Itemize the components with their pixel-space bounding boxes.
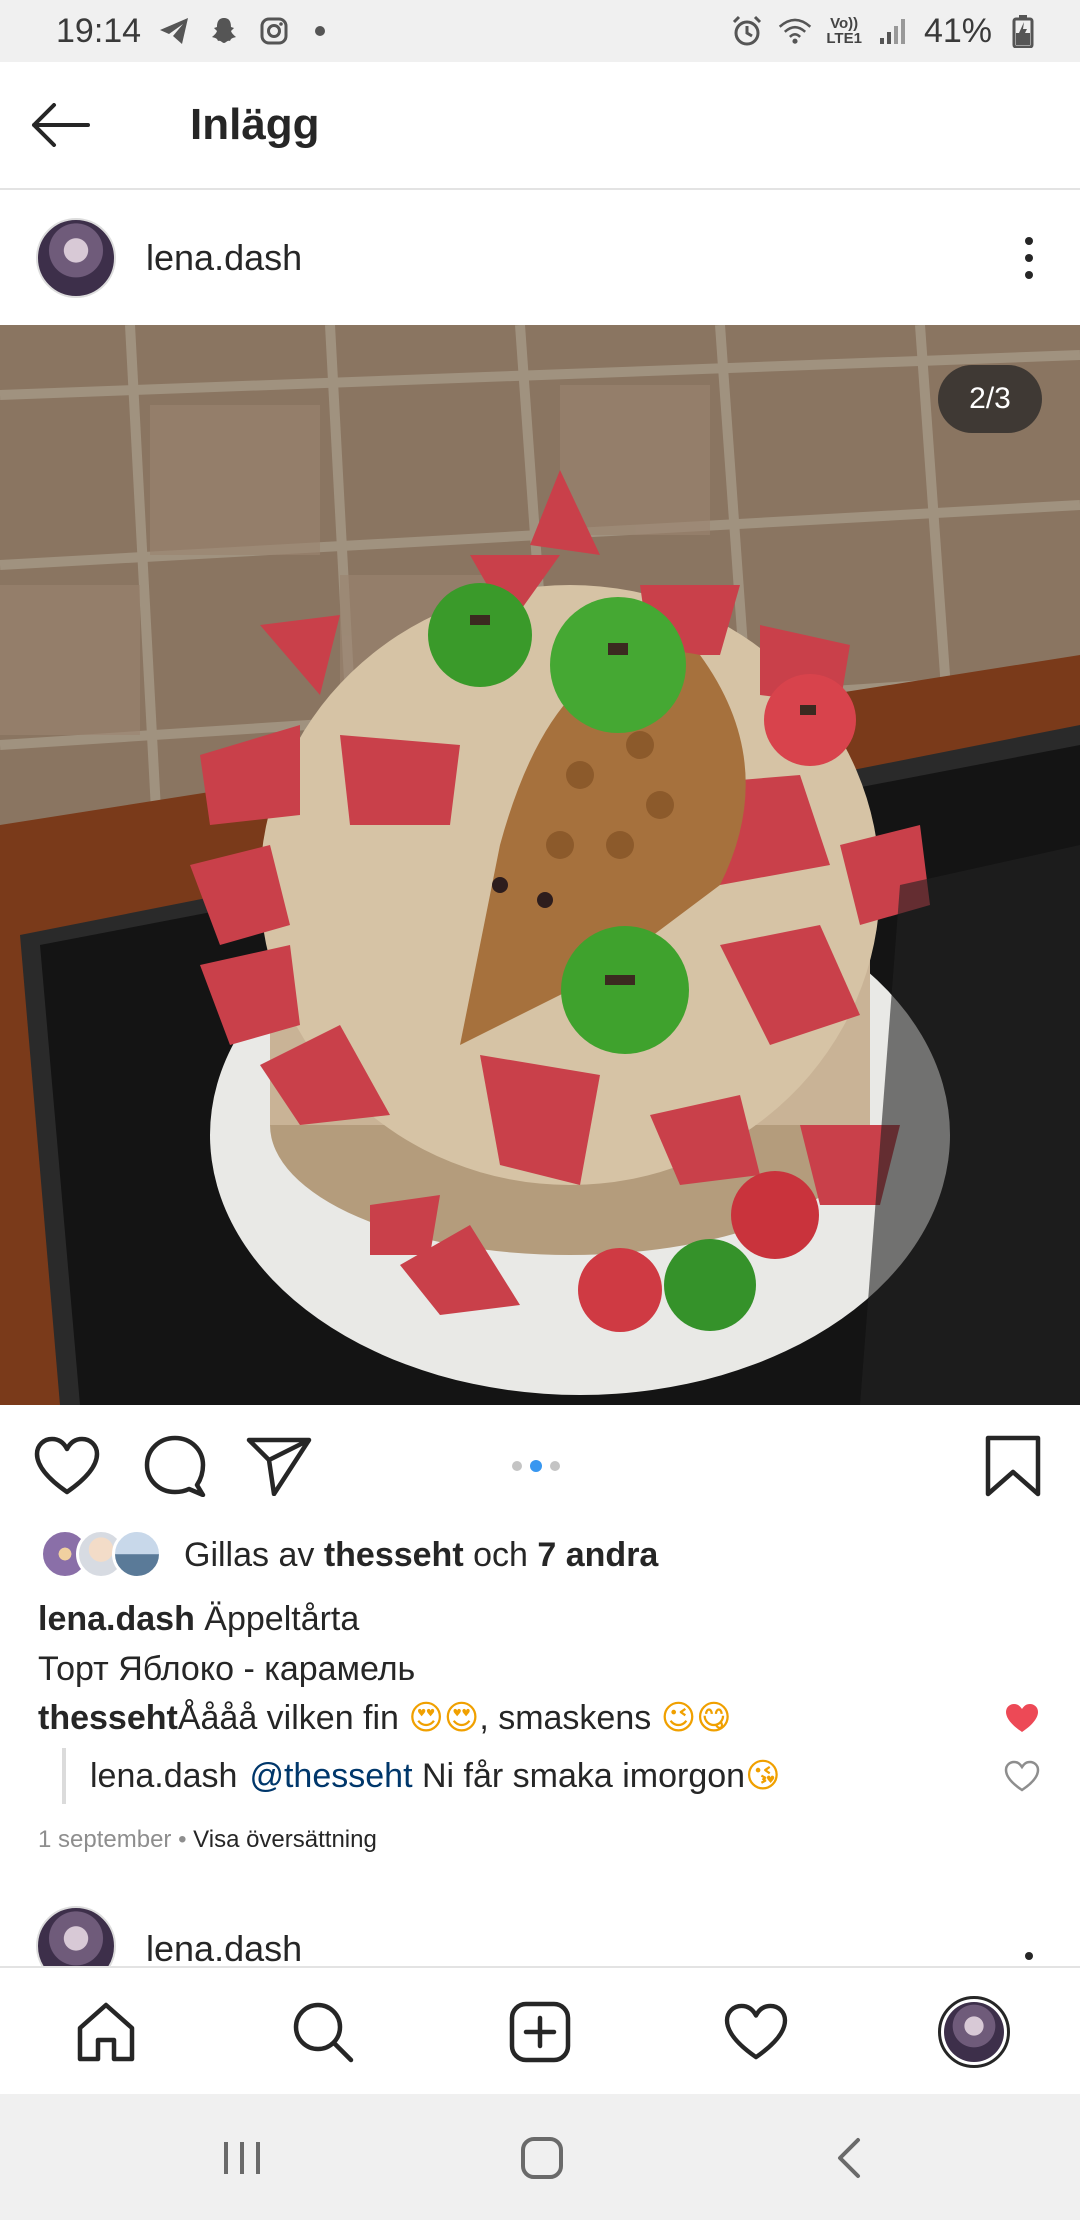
cake-photo [0,325,1080,1405]
search-icon [293,2002,354,2063]
next-post-header: lena.dash [0,1890,1080,1966]
top-bar: Inlägg [0,62,1080,190]
signal-icon [876,14,910,48]
caption-line-2: Торт Яблоко - карамель [38,1650,416,1688]
liker-username[interactable]: thesseht [324,1536,464,1574]
post-caption: lena.dash Äppeltårta Торт Яблоко - карам… [38,1594,1038,1694]
more-dot-icon [1025,254,1033,262]
likes-text: Gillas av thesseht och 7 andra [184,1535,659,1574]
caption-username[interactable]: lena.dash [38,1600,195,1638]
recent-apps-button[interactable] [212,2130,272,2186]
translate-link[interactable]: Visa översättning [193,1826,377,1853]
home-square-icon [521,2137,563,2179]
system-back-button[interactable] [818,2130,878,2186]
more-dot-icon [1025,271,1033,279]
reply-emoji: 😘 [745,1756,781,1796]
heart-icon [34,1436,100,1495]
battery-charging-icon [1006,14,1040,48]
heart-icon [1004,1760,1040,1792]
page-title: Inlägg [190,100,320,149]
add-post-icon [509,2001,571,2063]
save-button[interactable] [978,1431,1048,1501]
home-icon [77,2002,135,2062]
share-button[interactable] [244,1431,314,1501]
system-navigation [0,2094,1080,2220]
page-counter-badge: 2/3 [938,365,1042,433]
more-options-button[interactable] [1014,233,1044,283]
reply-like-button[interactable] [1004,1760,1040,1796]
instagram-icon [257,14,291,48]
arrow-left-icon [32,103,90,147]
avatar[interactable] [36,218,116,298]
reply-thread-line [62,1748,66,1804]
comment-bubble-icon [144,1435,206,1497]
carousel-dot [550,1461,560,1471]
post-actions [0,1405,1080,1525]
liker-avatars [40,1529,168,1581]
reply-mention[interactable]: @thesseht [249,1757,412,1796]
comment-emoji-b: 😉😋 [660,1698,732,1738]
carousel-dot [512,1461,522,1471]
likes-summary[interactable]: Gillas av thesseht och 7 andra [40,1525,658,1585]
comment-emoji-a: 😍😍 [408,1698,480,1738]
notification-dot-icon [315,26,326,36]
nav-profile[interactable] [936,1994,1012,2070]
home-system-button[interactable] [512,2130,572,2186]
volte-indicator: Vo)) LTE1 [826,15,862,47]
comment-like-button[interactable] [1004,1702,1040,1738]
nav-search[interactable] [287,1996,359,2068]
wifi-icon [778,14,812,48]
likes-others[interactable]: 7 andra [537,1536,658,1574]
bookmark-icon [985,1435,1041,1497]
post-header: lena.dash [0,192,1080,324]
paper-plane-icon [246,1437,312,1496]
comment-username[interactable]: thesseht [38,1699,178,1738]
snapchat-icon [207,14,241,48]
heart-icon [724,2003,788,2060]
caption-line-1: Äppeltårta [204,1600,360,1638]
reply-text: Ni får smaka imorgon [412,1756,746,1795]
reply-username[interactable]: lena.dash [90,1757,237,1796]
comment-text-b: , smaskens [479,1698,661,1737]
comment: thesseht Åååå vilken fin 😍😍 , smaskens 😉… [38,1698,1038,1738]
carousel-dot-active [530,1460,542,1472]
status-bar: 19:14 Vo)) LTE1 41% [0,0,1080,62]
nav-activity[interactable] [720,1996,792,2068]
nav-home[interactable] [70,1996,142,2068]
carousel-indicator [512,1460,560,1472]
post-username[interactable]: lena.dash [146,237,302,279]
avatar [112,1529,162,1579]
post-photo[interactable]: 2/3 [0,325,1080,1405]
more-dot-icon [1025,237,1033,245]
battery-percent: 41% [923,11,992,50]
heart-filled-icon [1006,1704,1038,1732]
avatar [938,1996,1010,2068]
avatar[interactable] [36,1906,116,1966]
post-username[interactable]: lena.dash [146,1928,302,1966]
comment-text-a: Åååå vilken fin [177,1698,409,1737]
more-options-button[interactable] [1014,1952,1044,1966]
reply: lena.dash @thesseht Ni får smaka imorgon… [90,1756,1080,1796]
back-button[interactable] [30,100,90,150]
post-date: 1 september [38,1826,172,1853]
recent-apps-icon [224,2142,260,2174]
post-meta: 1 september • Visa översättning [38,1826,377,1853]
more-dot-icon [1025,1952,1033,1960]
telegram-icon [157,14,191,48]
alarm-icon [730,14,764,48]
clock: 19:14 [56,11,142,50]
comment-button[interactable] [140,1431,210,1501]
like-button[interactable] [32,1431,102,1501]
bottom-nav [0,1966,1080,2094]
chevron-left-icon [838,2138,860,2178]
nav-add[interactable] [504,1996,576,2068]
